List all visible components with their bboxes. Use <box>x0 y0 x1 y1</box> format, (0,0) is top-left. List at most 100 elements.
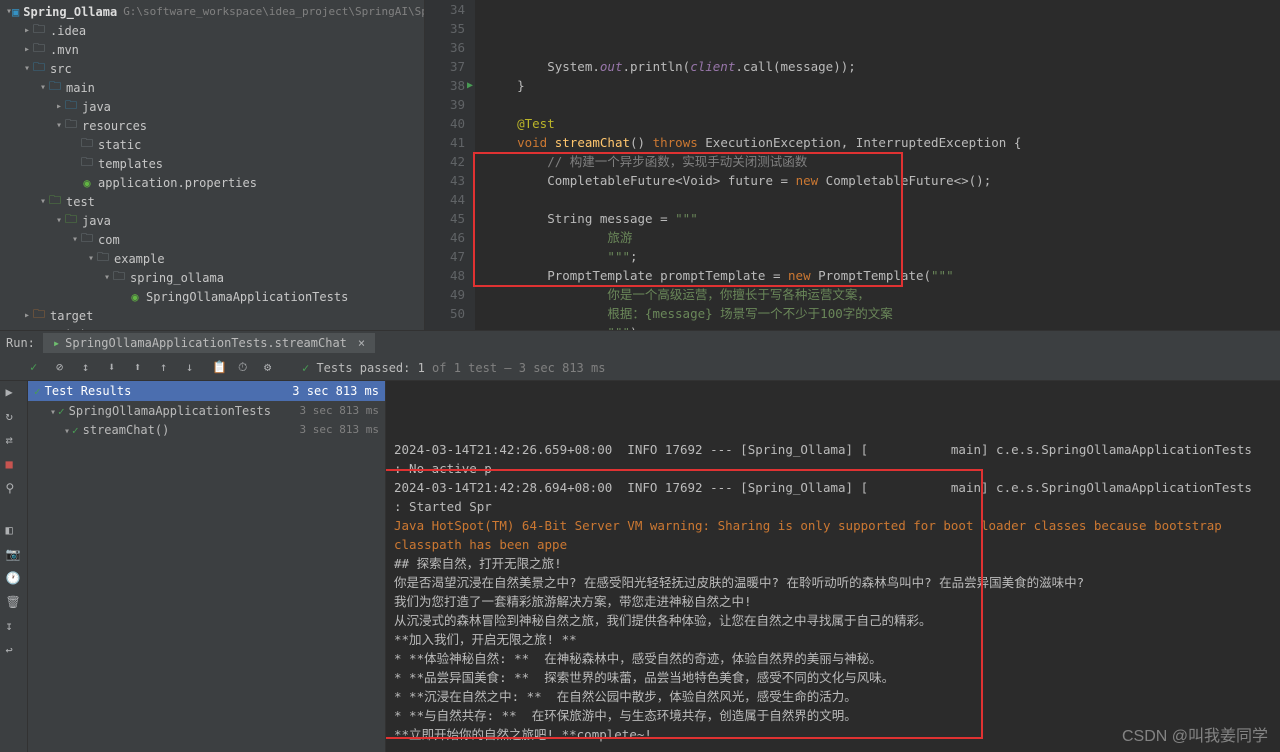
tree-item[interactable]: ▾ 🗀 resources <box>0 116 424 135</box>
tree-item[interactable]: ▸ 🗀 target <box>0 306 424 325</box>
project-tree-panel[interactable]: ▾ ▣ Spring_Ollama G:\software_workspace\… <box>0 0 425 330</box>
collapse-icon[interactable]: ⬆ <box>134 360 150 376</box>
test-tree-item[interactable]: ▾✓streamChat() 3 sec 813 ms <box>28 420 385 439</box>
tree-item-label: java <box>82 100 111 114</box>
export-icon[interactable]: 📋 <box>212 360 228 376</box>
code-line[interactable] <box>487 190 1280 209</box>
tree-item-label: src <box>50 62 72 76</box>
folder-icon: 🗀 <box>80 157 94 171</box>
folder-icon: 🗀 <box>80 138 94 152</box>
editor-code-area[interactable]: System.out.println(client.call(message))… <box>475 0 1280 330</box>
run-label: Run: <box>6 336 35 350</box>
tree-item-label: test <box>66 195 95 209</box>
console-line: **加入我们，开启无限之旅! ** <box>394 630 1272 649</box>
folder-icon: 🗀 <box>32 24 46 38</box>
code-line[interactable]: void streamChat() throws ExecutionExcept… <box>487 133 1280 152</box>
watermark: CSDN @叫我姜同学 <box>1122 722 1268 746</box>
test-results-header[interactable]: ✓Test Results 3 sec 813 ms <box>28 381 385 401</box>
toggle-icon[interactable]: ⇄ <box>6 433 22 449</box>
code-line[interactable]: """; <box>487 247 1280 266</box>
wrap-icon[interactable]: ↩ <box>6 643 22 659</box>
rerun-failed-icon[interactable]: ↻ <box>6 409 22 425</box>
rerun-icon[interactable]: ▶ <box>6 385 22 401</box>
delete-icon[interactable]: 🗑 <box>6 595 22 611</box>
editor-gutter: 34353637▶38394041424344454647484950 <box>425 0 475 330</box>
tree-item[interactable]: ▾ 🗀 src <box>0 59 424 78</box>
sort-icon[interactable]: ↕ <box>82 360 98 376</box>
code-line[interactable]: @Test <box>487 114 1280 133</box>
code-line[interactable]: String message = """ <box>487 209 1280 228</box>
tree-item-label: SpringOllamaApplicationTests <box>146 290 348 304</box>
code-line[interactable]: // 构建一个异步函数，实现手动关闭测试函数 <box>487 152 1280 171</box>
folder-green-icon: 🗀 <box>64 214 78 228</box>
tree-item[interactable]: ▾ 🗀 main <box>0 78 424 97</box>
run-left-toolbar: ▶ ↻ ⇄ ■ ⚲ ◧ 📷 🕐 🗑 ↧ ↩ <box>0 381 28 752</box>
console-line: * **沉浸在自然之中: ** 在自然公园中散步，体验自然风光，感受生命的活力。 <box>394 687 1272 706</box>
timer-icon[interactable]: ⏱ <box>238 360 254 376</box>
tree-item-label: main <box>66 81 95 95</box>
folder-icon: 🗀 <box>112 271 126 285</box>
tree-item[interactable]: ▸ 🗀 java <box>0 97 424 116</box>
project-root-path: G:\software_workspace\idea_project\Sprin… <box>123 5 425 18</box>
chevron-icon: ▾ <box>86 253 96 264</box>
console-output[interactable]: 2024-03-14T21:42:26.659+08:00 INFO 17692… <box>386 381 1280 752</box>
test-tree-item[interactable]: ▾✓SpringOllamaApplicationTests 3 sec 813… <box>28 401 385 420</box>
gear-icon[interactable]: ⚙ <box>264 360 280 376</box>
scroll-icon[interactable]: ↧ <box>6 619 22 635</box>
console-line: 从沉浸式的森林冒险到神秘自然之旅，我们提供各种体验，让您在自然之中寻找属于自己的… <box>394 611 1272 630</box>
next-icon[interactable]: ↓ <box>186 360 202 376</box>
project-root-label: Spring_Ollama <box>23 5 117 19</box>
code-line[interactable]: """); <box>487 323 1280 330</box>
tree-item[interactable]: ▾ 🗀 java <box>0 211 424 230</box>
tests-status: ✓ Tests passed: 1 of 1 test – 3 sec 813 … <box>302 361 605 375</box>
code-line[interactable]: 根据：{message} 场景写一个不少于100字的文案 <box>487 304 1280 323</box>
tree-item-label: static <box>98 138 141 152</box>
run-panel: Run: ▸ SpringOllamaApplicationTests.stre… <box>0 330 1280 752</box>
stop-icon[interactable]: ■ <box>6 457 22 473</box>
file-green-icon: ◉ <box>80 176 94 190</box>
close-icon[interactable]: × <box>358 336 365 350</box>
chevron-icon: ▸ <box>54 101 64 112</box>
history-icon[interactable]: 🕐 <box>6 571 22 587</box>
tree-item-label: target <box>50 309 93 323</box>
code-line[interactable]: 你是一个高级运营，你擅长于写各种运营文案， <box>487 285 1280 304</box>
code-line[interactable]: 旅游 <box>487 228 1280 247</box>
chevron-icon: ▾ <box>38 196 48 207</box>
tree-item[interactable]: 🗀 static <box>0 135 424 154</box>
expand-icon[interactable]: ⬇ <box>108 360 124 376</box>
code-editor[interactable]: 34353637▶38394041424344454647484950 Syst… <box>425 0 1280 330</box>
tree-item-label: resources <box>82 119 147 133</box>
layout-icon[interactable]: ◧ <box>6 523 22 539</box>
chevron-icon: ▾ <box>38 82 48 93</box>
tree-item[interactable]: ▾ 🗀 example <box>0 249 424 268</box>
prev-icon[interactable]: ↑ <box>160 360 176 376</box>
tree-item[interactable]: ▸ 🗀 .mvn <box>0 40 424 59</box>
tree-item[interactable]: ▾ 🗀 test <box>0 192 424 211</box>
tree-item[interactable]: ◉ application.properties <box>0 173 424 192</box>
tree-item[interactable]: ▸ 🗀 .idea <box>0 21 424 40</box>
code-line[interactable]: System.out.println(client.call(message))… <box>487 57 1280 76</box>
chevron-icon: ▾ <box>22 63 32 74</box>
run-tab-bar: Run: ▸ SpringOllamaApplicationTests.stre… <box>0 331 1280 355</box>
test-tree[interactable]: ✓Test Results 3 sec 813 ms ▾✓SpringOllam… <box>28 381 386 752</box>
check-icon[interactable]: ✓ <box>30 360 46 376</box>
code-line[interactable]: } <box>487 76 1280 95</box>
chevron-icon: ▾ <box>102 272 112 283</box>
code-line[interactable]: PromptTemplate promptTemplate = new Prom… <box>487 266 1280 285</box>
tree-item[interactable]: ▾ 🗀 com <box>0 230 424 249</box>
filter-icon[interactable]: ⊘ <box>56 360 72 376</box>
tree-item[interactable]: ▾ 🗀 spring_ollama <box>0 268 424 287</box>
project-root[interactable]: ▾ ▣ Spring_Ollama G:\software_workspace\… <box>0 2 424 21</box>
tree-item[interactable]: ◉ SpringOllamaApplicationTests <box>0 287 424 306</box>
module-icon: ▣ <box>12 5 19 19</box>
chevron-icon: ▾ <box>70 234 80 245</box>
code-line[interactable] <box>487 95 1280 114</box>
tree-item-label: java <box>82 214 111 228</box>
console-line: ## 探索自然，打开无限之旅! <box>394 554 1272 573</box>
camera-icon[interactable]: 📷 <box>6 547 22 563</box>
run-tab[interactable]: ▸ SpringOllamaApplicationTests.streamCha… <box>43 333 375 353</box>
pin-icon[interactable]: ⚲ <box>6 481 22 497</box>
tree-item[interactable]: 🗀 templates <box>0 154 424 173</box>
code-line[interactable]: CompletableFuture<Void> future = new Com… <box>487 171 1280 190</box>
tree-item-label: application.properties <box>98 176 257 190</box>
